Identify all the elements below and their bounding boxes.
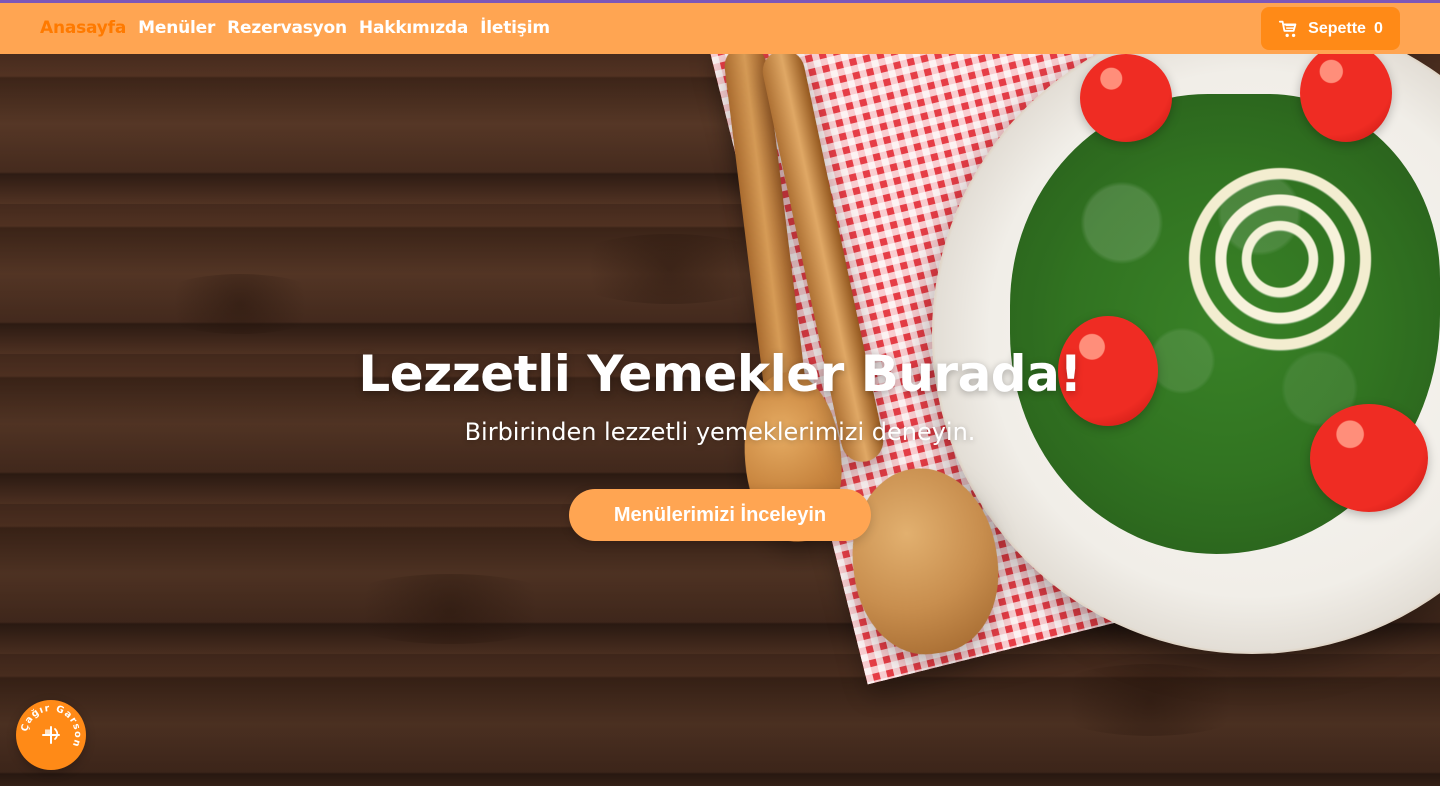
nav-link-contact[interactable]: İletişim (480, 17, 550, 39)
nav-link-home[interactable]: Anasayfa (40, 17, 126, 39)
top-accent-strip (0, 0, 1440, 3)
view-menus-button[interactable]: Menülerimizi İnceleyin (569, 489, 871, 541)
nav-link-menus[interactable]: Menüler (138, 17, 215, 39)
cart-icon (1278, 18, 1300, 40)
main-navigation: Anasayfa Menüler Rezervasyon Hakkımızda … (40, 17, 550, 39)
cart-label: Sepette (1308, 19, 1366, 37)
nav-link-about[interactable]: Hakkımızda (359, 17, 468, 39)
hero-content: Lezzetli Yemekler Burada! Birbirinden le… (0, 54, 1440, 786)
hero-title: Lezzetli Yemekler Burada! (358, 345, 1082, 403)
utensils-icon (42, 726, 60, 744)
cart-count: 0 (1373, 19, 1383, 37)
cart-button[interactable]: Sepette 0 (1261, 7, 1400, 50)
nav-link-reservation[interactable]: Rezervasyon (227, 17, 347, 39)
app-shell: Anasayfa Menüler Rezervasyon Hakkımızda … (0, 0, 1440, 786)
call-waiter-badge[interactable]: Çağır Garson (16, 700, 86, 770)
hero-section: Lezzetli Yemekler Burada! Birbirinden le… (0, 54, 1440, 786)
hero-subtitle: Birbirinden lezzetli yemeklerimizi deney… (464, 418, 976, 446)
navbar: Anasayfa Menüler Rezervasyon Hakkımızda … (0, 3, 1440, 54)
